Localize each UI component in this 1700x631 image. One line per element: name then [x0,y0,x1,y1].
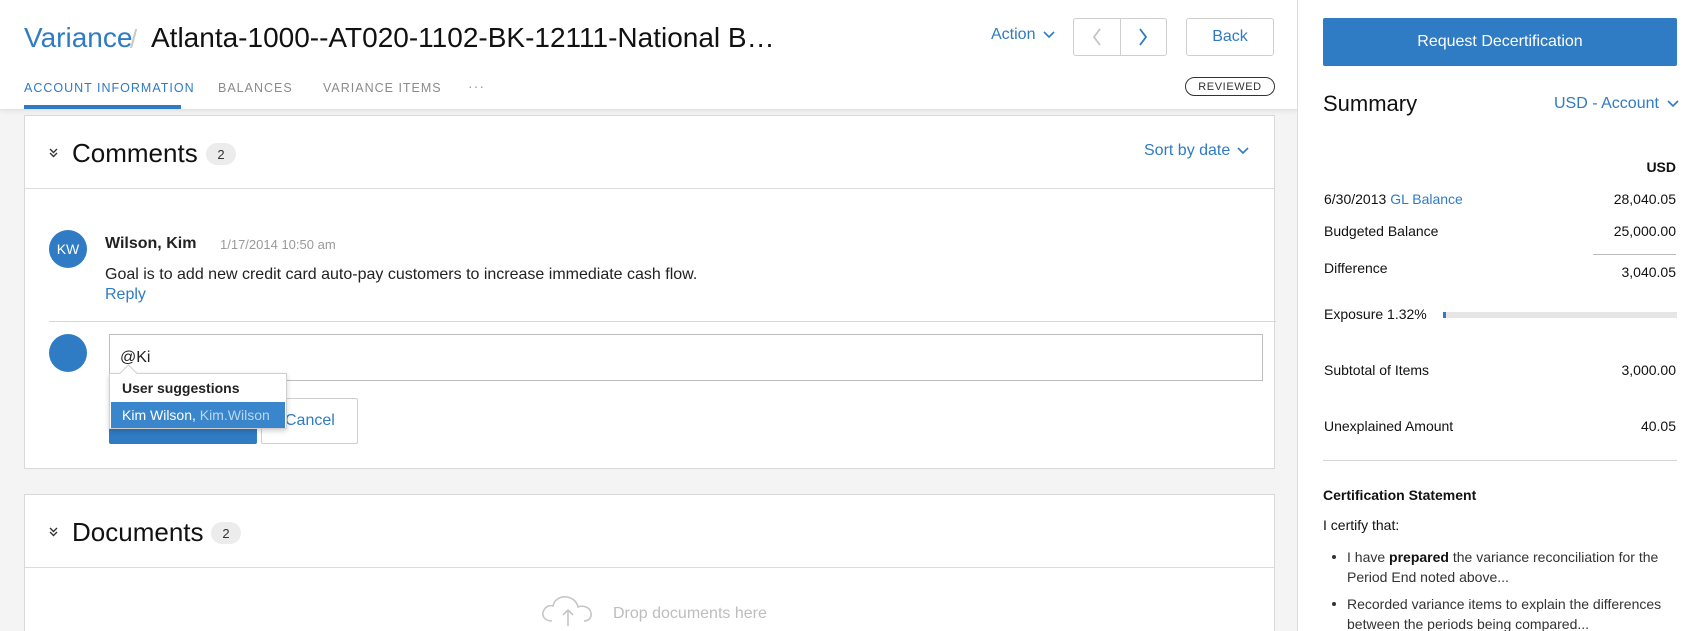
breadcrumb-variance-link[interactable]: Variance [24,22,132,54]
main-panel: Variance / Atlanta-1000--AT020-1102-BK-1… [0,0,1298,631]
page-header: Variance / Atlanta-1000--AT020-1102-BK-1… [0,0,1297,110]
unexplained-amount-value: 40.05 [1640,418,1676,434]
exposure-label: Exposure 1.32% [1324,306,1427,322]
currency-selector[interactable]: USD - Account [1554,95,1679,113]
budgeted-balance-label: Budgeted Balance [1324,223,1439,239]
user-suggestion-item[interactable]: Kim Wilson, Kim.Wilson [111,402,285,428]
breadcrumb-separator: / [130,24,138,54]
gl-balance-value: 28,040.05 [1613,191,1676,207]
chevron-left-icon [1092,28,1101,46]
chevron-down-icon [1667,100,1679,108]
sort-by-date-button[interactable]: Sort by date [1144,142,1249,160]
collapse-chevron-icon[interactable] [49,146,58,161]
active-tab-indicator [24,105,181,109]
chevron-right-icon [1139,28,1148,46]
documents-count-badge: 2 [211,522,241,544]
budgeted-balance-value: 25,000.00 [1613,223,1676,239]
user-suggestions-dropdown: User suggestions Kim Wilson, Kim.Wilson [109,373,287,429]
tab-balances[interactable]: BALANCES [218,81,293,95]
current-user-avatar [49,334,87,372]
action-menu-label: Action [991,26,1036,43]
chevron-down-icon [1043,31,1056,39]
chevron-down-icon [1237,147,1249,155]
suggestion-name: Kim Wilson, [122,407,196,423]
comment-timestamp: 1/17/2014 10:50 am [220,237,336,252]
difference-label: Difference [1324,260,1388,276]
exposure-progress-fill [1443,312,1447,318]
comment-divider [49,321,1276,322]
documents-title: Documents [72,517,204,547]
sort-label: Sort by date [1144,142,1231,159]
record-nav-group [1073,18,1167,56]
gl-balance-link[interactable]: GL Balance [1390,191,1463,207]
reply-link[interactable]: Reply [105,286,146,304]
gl-balance-date: 6/30/2013 [1324,191,1387,207]
certification-statement-title: Certification Statement [1323,487,1477,503]
certification-item-emphasis: prepared [1389,549,1449,565]
comment-author: Wilson, Kim [105,235,197,252]
request-decertification-button[interactable]: Request Decertification [1323,18,1677,66]
tab-more-menu[interactable]: ··· [468,78,485,94]
comments-card: Comments 2 Sort by date KW Wilson, Kim 1… [24,115,1276,469]
documents-card: Documents 2 Drop documents here [24,494,1275,631]
previous-record-button[interactable] [1074,19,1120,55]
gl-balance-label: 6/30/2013 GL Balance [1324,191,1463,207]
currency-selector-label: USD - Account [1554,95,1659,112]
currency-column-header: USD [1646,159,1676,175]
section-divider [1323,460,1677,461]
subtotal-items-label: Subtotal of Items [1324,362,1430,378]
certification-item: I have prepared the variance reconciliat… [1332,547,1673,587]
comments-count-badge: 2 [206,143,236,165]
comment-body: Goal is to add new credit card auto-pay … [105,266,698,283]
unexplained-amount-label: Unexplained Amount [1324,418,1454,434]
cloud-upload-icon [542,596,592,626]
certification-list: I have prepared the variance reconciliat… [1332,547,1673,631]
summary-title: Summary [1323,91,1418,116]
exposure-progress-bar [1443,312,1677,318]
collapse-chevron-icon[interactable] [49,525,58,540]
certification-item: Recorded variance items to explain the d… [1332,594,1673,631]
user-suggestions-heading: User suggestions [122,380,240,396]
difference-value: 3,040.05 [1621,264,1677,280]
sum-rule [1593,254,1676,255]
next-record-button[interactable] [1119,19,1167,55]
status-badge: REVIEWED [1185,77,1275,96]
comments-card-header: Comments 2 Sort by date [25,116,1274,189]
summary-side-panel: Request Decertification Summary USD - Ac… [1299,0,1700,631]
tab-variance-items[interactable]: VARIANCE ITEMS [323,81,442,95]
back-button[interactable]: Back [1186,18,1274,56]
subtotal-items-value: 3,000.00 [1621,362,1677,378]
comments-title: Comments [72,138,198,168]
avatar: KW [49,230,87,268]
drop-documents-hint: Drop documents here [613,605,767,622]
action-menu-button[interactable]: Action [991,26,1056,44]
certification-intro: I certify that: [1323,517,1400,533]
suggestion-username: Kim.Wilson [199,407,270,423]
documents-card-header: Documents 2 [25,495,1274,568]
page-title: Atlanta-1000--AT020-1102-BK-12111-Nation… [151,22,775,53]
document-drop-zone[interactable]: Drop documents here [25,569,1276,631]
certification-item-text: I have [1347,549,1390,565]
tab-account-information[interactable]: ACCOUNT INFORMATION [24,81,195,95]
